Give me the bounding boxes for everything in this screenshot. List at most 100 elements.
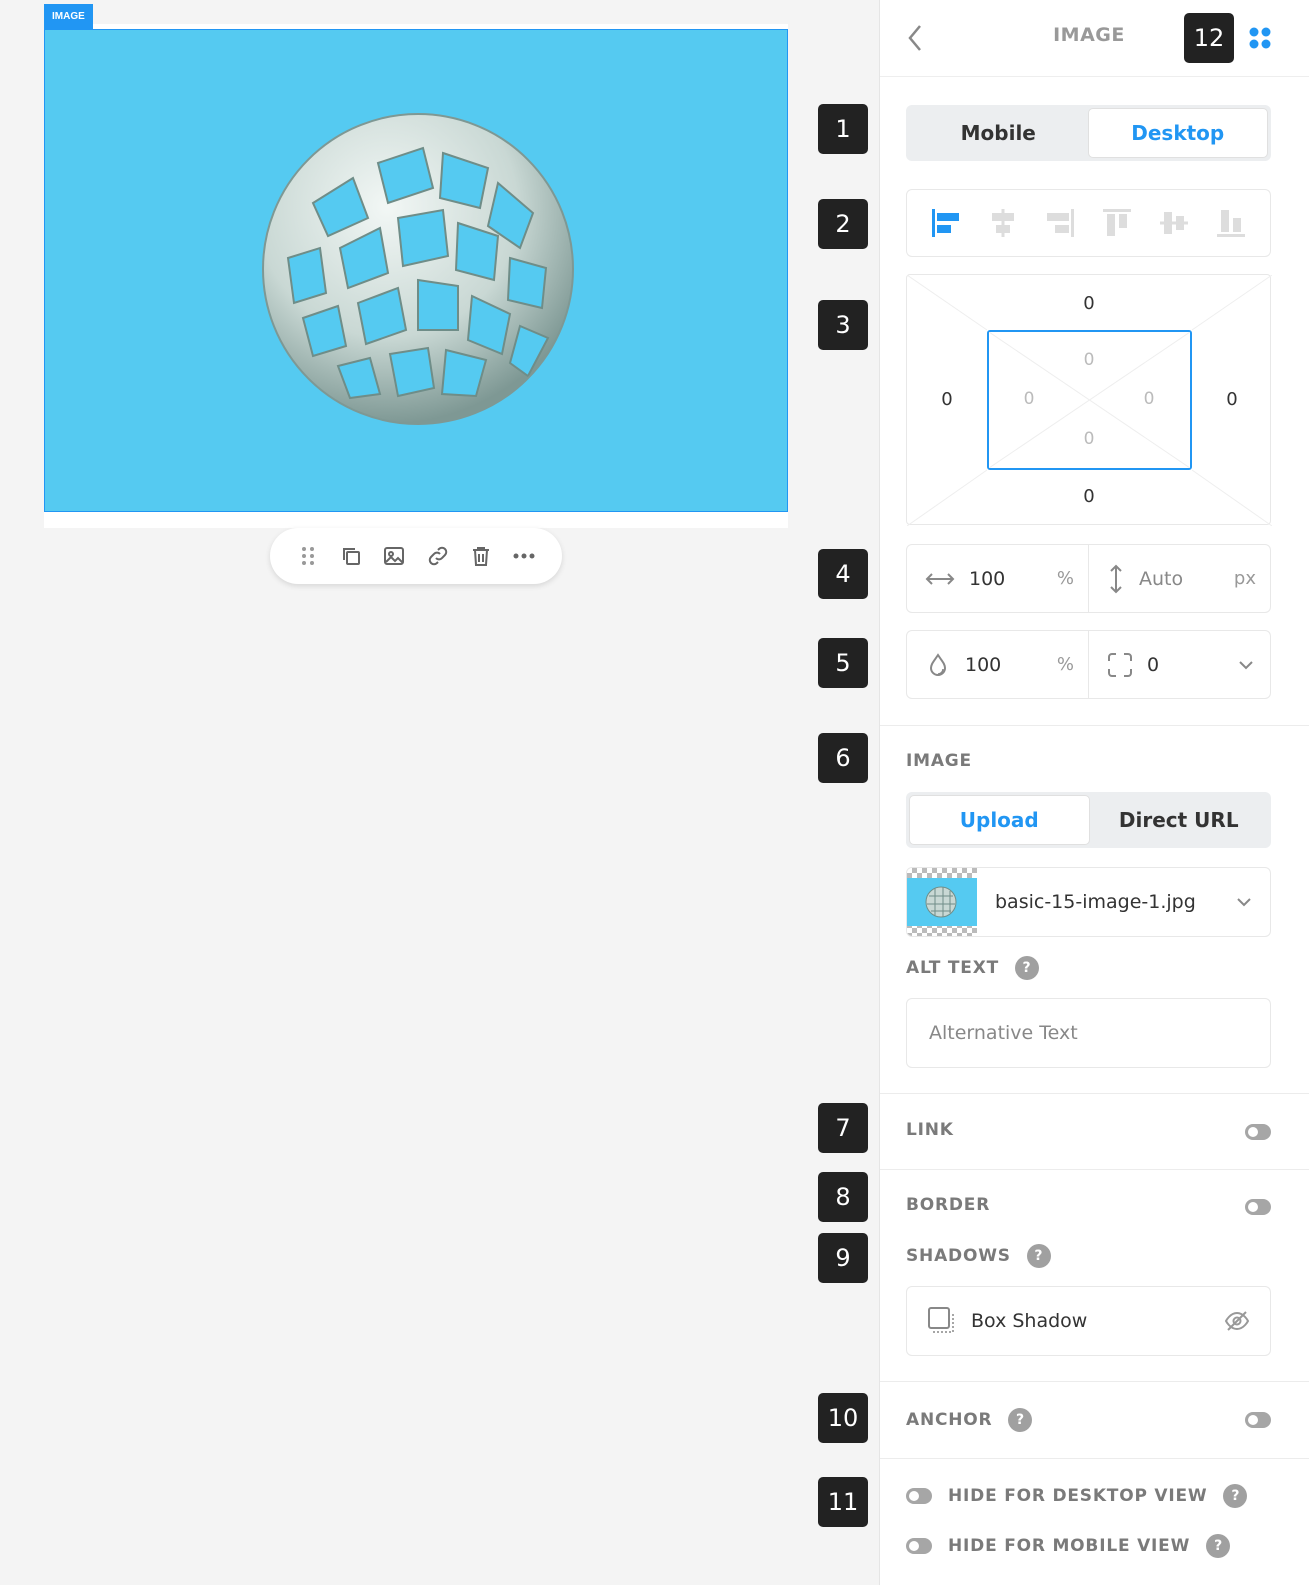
image-file-name: basic-15-image-1.jpg	[995, 891, 1196, 913]
radius-input[interactable]: 0	[1147, 654, 1236, 676]
opacity-control: 100 %	[907, 631, 1088, 698]
box-shadow-icon	[928, 1307, 954, 1333]
sphere-image	[262, 113, 574, 425]
chevron-down-icon[interactable]	[1234, 892, 1254, 912]
callout-10: 10	[818, 1393, 868, 1443]
shadows-label-text: SHADOWS	[906, 1246, 1011, 1266]
image-icon[interactable]	[381, 543, 407, 569]
height-unit[interactable]: px	[1234, 568, 1256, 589]
callout-4: 4	[818, 549, 868, 599]
alt-text-help-icon[interactable]: ?	[1015, 956, 1040, 980]
align-right-icon[interactable]	[1043, 206, 1077, 240]
box-shadow-label: Box Shadow	[971, 1310, 1088, 1332]
settings-panel: IMAGE 12 Mobile Desktop 0 0 0 0 0 0 0 0 …	[879, 0, 1309, 1585]
width-unit[interactable]: %	[1057, 568, 1074, 589]
link-icon[interactable]	[425, 543, 451, 569]
margin-left-field[interactable]: 0	[927, 389, 967, 410]
panel-header: IMAGE 12	[880, 0, 1309, 77]
shadows-label: SHADOWS ?	[906, 1244, 1051, 1268]
back-arrow-icon[interactable]	[904, 22, 928, 54]
align-middle-icon[interactable]	[1157, 206, 1191, 240]
align-center-horizontal-icon[interactable]	[986, 206, 1020, 240]
padding-top-field[interactable]: 0	[1069, 350, 1109, 370]
panel-title: IMAGE	[1053, 24, 1125, 46]
delete-icon[interactable]	[468, 543, 494, 569]
callout-1: 1	[818, 104, 868, 154]
width-input[interactable]: 100	[969, 568, 1057, 590]
hide-mobile-row: HIDE FOR MOBILE VIEW ?	[906, 1534, 1231, 1558]
hide-mobile-label: HIDE FOR MOBILE VIEW	[948, 1536, 1191, 1556]
section-divider	[880, 1381, 1309, 1382]
hide-mobile-toggle[interactable]	[906, 1538, 932, 1554]
section-divider	[880, 1169, 1309, 1170]
section-divider	[880, 1093, 1309, 1094]
border-label: BORDER	[906, 1195, 991, 1215]
section-divider	[880, 725, 1309, 726]
padding-bottom-field[interactable]: 0	[1069, 429, 1109, 449]
callout-6: 6	[818, 733, 868, 783]
hide-desktop-help-icon[interactable]: ?	[1223, 1484, 1248, 1508]
duplicate-icon[interactable]	[338, 543, 364, 569]
padding-left-field[interactable]: 0	[1009, 389, 1049, 409]
border-toggle[interactable]	[1245, 1199, 1271, 1215]
drag-handle-icon[interactable]	[295, 543, 321, 569]
image-source-switcher: Upload Direct URL	[906, 792, 1271, 848]
image-thumbnail-preview	[907, 878, 977, 926]
more-icon[interactable]	[511, 543, 537, 569]
opacity-drop-icon	[929, 652, 947, 676]
align-left-icon[interactable]	[929, 206, 963, 240]
tab-mobile[interactable]: Mobile	[909, 108, 1088, 158]
alt-text-input[interactable]	[906, 998, 1271, 1068]
hide-desktop-row: HIDE FOR DESKTOP VIEW ?	[906, 1484, 1248, 1508]
image-block[interactable]	[44, 29, 788, 512]
width-arrows-icon	[925, 572, 955, 585]
callout-11: 11	[818, 1477, 868, 1527]
link-toggle[interactable]	[1245, 1124, 1271, 1140]
shadows-help-icon[interactable]: ?	[1026, 1244, 1051, 1268]
opacity-unit[interactable]: %	[1057, 654, 1074, 675]
anchor-label: ANCHOR ?	[906, 1408, 1033, 1432]
hide-desktop-toggle[interactable]	[906, 1488, 932, 1504]
callout-8: 8	[818, 1172, 868, 1222]
height-input[interactable]: Auto	[1139, 568, 1234, 590]
alt-text-label-text: ALT TEXT	[906, 958, 1000, 978]
eye-off-icon[interactable]	[1224, 1310, 1250, 1332]
callout-5: 5	[818, 638, 868, 688]
link-label: LINK	[906, 1120, 954, 1140]
chevron-down-icon[interactable]	[1236, 655, 1256, 675]
border-radius-icon	[1108, 652, 1132, 677]
tab-direct-url[interactable]: Direct URL	[1090, 795, 1269, 845]
hide-mobile-help-icon[interactable]: ?	[1206, 1534, 1231, 1558]
margin-top-field[interactable]: 0	[1069, 293, 1109, 314]
padding-box: 0 0 0 0	[987, 330, 1192, 470]
radius-control: 0	[1088, 631, 1270, 698]
height-arrows-icon	[1110, 564, 1122, 593]
opacity-input[interactable]: 100	[965, 654, 1057, 676]
image-block-toolbar	[270, 528, 562, 584]
device-switcher: Mobile Desktop	[906, 105, 1271, 161]
image-file-selector[interactable]: basic-15-image-1.jpg	[906, 867, 1271, 937]
size-controls: 100 % Auto px	[906, 544, 1271, 613]
margin-right-field[interactable]: 0	[1212, 389, 1252, 410]
alt-text-label: ALT TEXT ?	[906, 956, 1040, 980]
callout-12: 12	[1184, 13, 1234, 63]
box-shadow-item[interactable]: Box Shadow	[906, 1286, 1271, 1356]
tab-upload[interactable]: Upload	[909, 795, 1090, 845]
image-block-tag: IMAGE	[44, 4, 93, 29]
width-control: 100 %	[907, 545, 1088, 612]
hide-desktop-label: HIDE FOR DESKTOP VIEW	[948, 1486, 1208, 1506]
anchor-label-text: ANCHOR	[906, 1410, 993, 1430]
section-divider	[880, 1458, 1309, 1459]
callout-7: 7	[818, 1103, 868, 1153]
grid-view-icon[interactable]	[1248, 26, 1272, 50]
padding-right-field[interactable]: 0	[1129, 389, 1169, 409]
alignment-controls	[906, 189, 1271, 257]
tab-desktop[interactable]: Desktop	[1087, 108, 1268, 158]
align-top-icon[interactable]	[1100, 206, 1134, 240]
spacing-box-model: 0 0 0 0 0 0 0 0	[906, 274, 1272, 526]
align-bottom-icon[interactable]	[1214, 206, 1248, 240]
anchor-toggle[interactable]	[1245, 1412, 1271, 1428]
anchor-help-icon[interactable]: ?	[1008, 1408, 1033, 1432]
height-control: Auto px	[1088, 545, 1270, 612]
margin-bottom-field[interactable]: 0	[1069, 486, 1109, 507]
